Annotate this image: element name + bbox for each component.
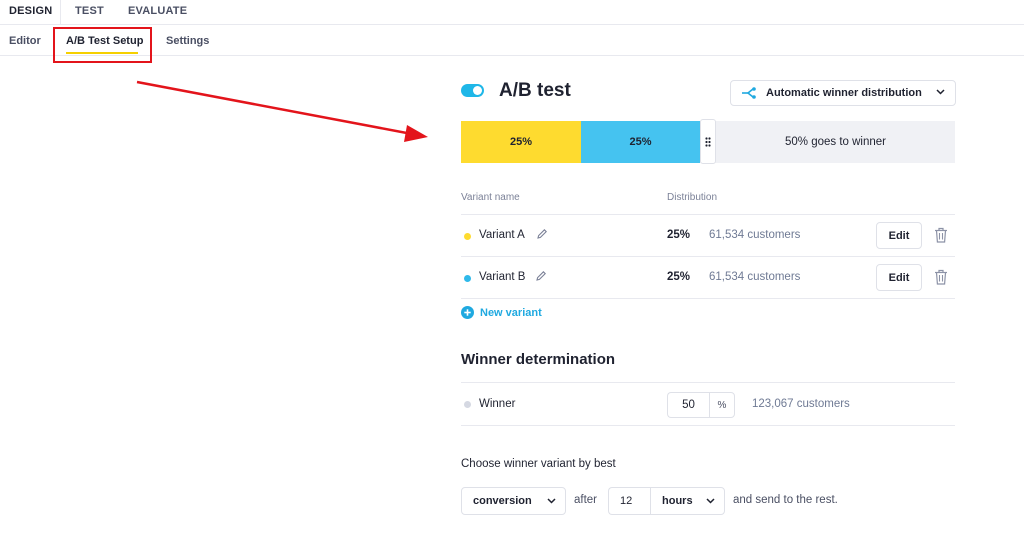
metric-select-value: conversion — [473, 495, 532, 507]
tab-evaluate[interactable]: EVALUATE — [128, 5, 187, 17]
period-select-value: hours — [662, 495, 693, 507]
variant-name: Variant A — [479, 229, 525, 241]
distribution-bar: 25% 25% 50% goes to winner — [461, 119, 955, 164]
share-icon — [742, 87, 756, 99]
send-to-rest-label: and send to the rest. — [733, 494, 838, 506]
variant-customers: 61,534 customers — [709, 229, 801, 241]
chevron-down-icon — [936, 89, 945, 95]
sub-nav: Editor A/B Test Setup Settings — [0, 25, 1024, 56]
amount-input[interactable]: 12 — [608, 487, 650, 515]
edit-variant-button[interactable]: Edit — [876, 264, 922, 291]
subtab-settings[interactable]: Settings — [166, 35, 209, 47]
page-title: A/B test — [499, 80, 571, 101]
variant-percentage: 25% — [667, 271, 691, 283]
winner-color-dot — [464, 401, 471, 408]
new-variant-label: New variant — [480, 306, 542, 319]
chevron-down-icon — [547, 498, 556, 504]
winner-percentage-unit: % — [709, 392, 735, 418]
segment-b-label: 25% — [629, 136, 652, 148]
edit-variant-button[interactable]: Edit — [876, 222, 922, 249]
tab-design[interactable]: DESIGN — [9, 5, 52, 17]
trash-icon[interactable] — [934, 269, 948, 285]
segment-variant-b: 25% — [581, 121, 700, 163]
table-row: Variant A 25% 61,534 customers Edit — [461, 214, 955, 256]
variant-customers: 61,534 customers — [709, 271, 801, 283]
table-row: Variant B 25% 61,534 customers Edit — [461, 256, 955, 298]
column-header-variant: Variant name — [461, 192, 520, 203]
variant-percentage: 25% — [667, 229, 691, 241]
choose-winner-label: Choose winner variant by best — [461, 458, 616, 470]
trash-icon[interactable] — [934, 227, 948, 243]
plus-circle-icon — [461, 306, 474, 319]
subtab-editor[interactable]: Editor — [9, 35, 41, 47]
winner-customers: 123,067 customers — [752, 398, 850, 410]
table-divider — [461, 298, 955, 299]
drag-handle-icon — [705, 136, 711, 147]
winner-segment-label: 50% goes to winner — [784, 136, 886, 148]
winner-percentage-input[interactable]: 50 — [667, 392, 709, 418]
pencil-icon[interactable] — [535, 270, 547, 282]
winner-section-title: Winner determination — [461, 351, 616, 368]
metric-select[interactable]: conversion — [461, 487, 566, 515]
distribution-mode-label: Automatic winner distribution — [766, 87, 922, 99]
chevron-down-icon — [706, 498, 715, 504]
segment-winner: 50% goes to winner — [716, 121, 955, 163]
amount-input-value: 12 — [620, 495, 633, 507]
distribution-mode-dropdown[interactable]: Automatic winner distribution — [730, 80, 956, 106]
distribution-drag-handle[interactable] — [700, 119, 716, 164]
nav-divider — [60, 0, 61, 25]
top-nav: DESIGN TEST EVALUATE — [0, 0, 1024, 25]
ab-test-toggle-icon[interactable] — [461, 84, 484, 97]
annotation-highlight-box — [53, 27, 152, 63]
column-header-distribution: Distribution — [667, 192, 718, 203]
after-label: after — [574, 494, 598, 506]
new-variant-button[interactable]: New variant — [461, 306, 542, 319]
tab-test[interactable]: TEST — [75, 5, 104, 17]
pencil-icon[interactable] — [536, 228, 548, 240]
winner-row: Winner 50 % 123,067 customers — [461, 382, 955, 426]
segment-variant-a: 25% — [461, 121, 581, 163]
period-select[interactable]: hours — [650, 487, 725, 515]
variant-name: Variant B — [479, 271, 526, 283]
variant-color-dot — [464, 233, 471, 240]
segment-a-label: 25% — [509, 136, 533, 148]
winner-label: Winner — [479, 398, 516, 410]
variant-color-dot — [464, 275, 471, 282]
